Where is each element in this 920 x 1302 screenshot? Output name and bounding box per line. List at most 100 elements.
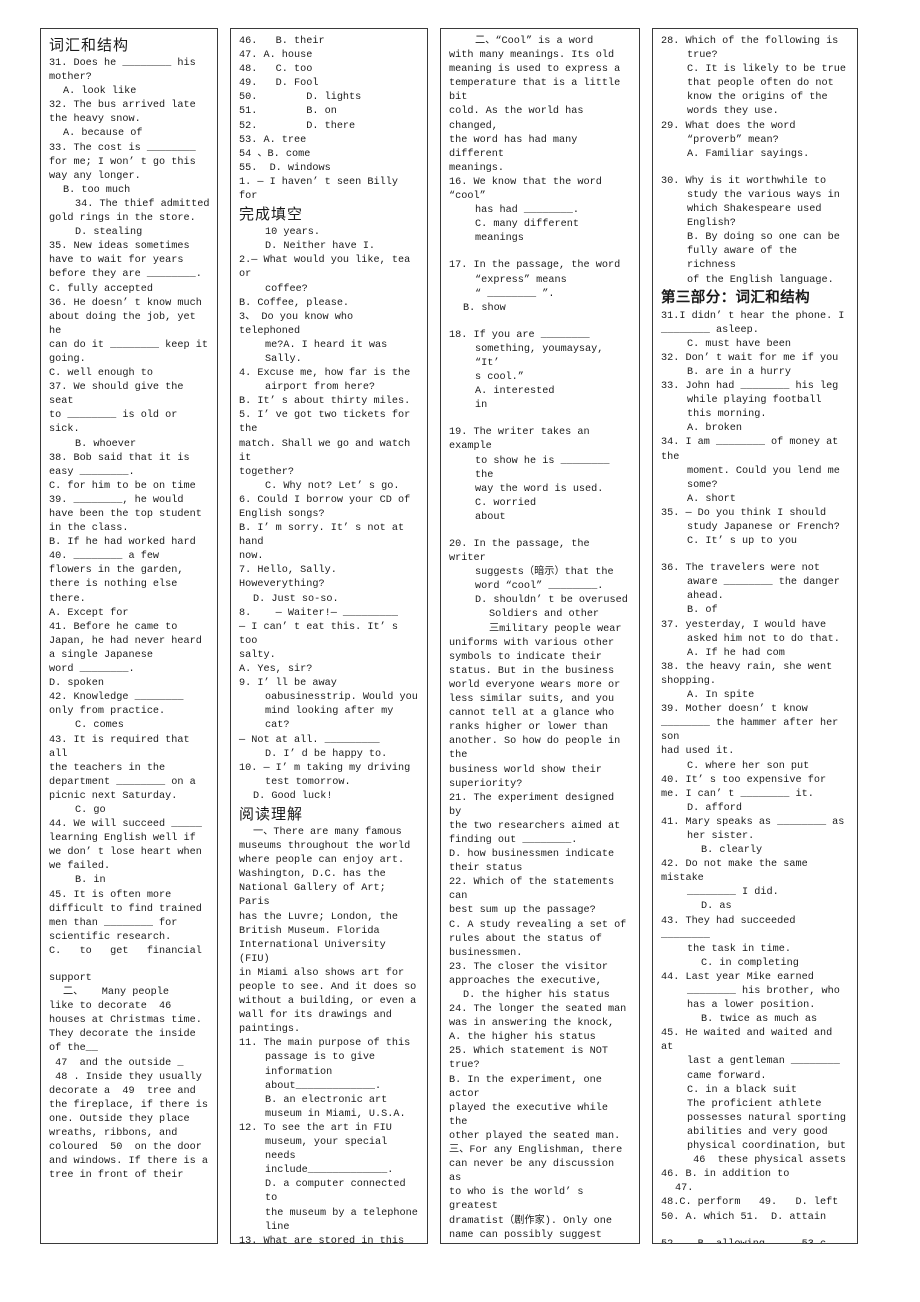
text-line: cannot tell at a glance who	[449, 708, 615, 720]
text-line: salty.	[239, 649, 276, 661]
text-line: 11. The main purpose of this	[239, 1038, 411, 1050]
text-line: some?	[687, 479, 718, 491]
text-line: 47 and the outside _	[49, 1057, 184, 1069]
text-line: wall for its drawings and	[239, 1010, 392, 1022]
column-2-answers-body: 46. B. their 47. A. house 48. C. too 49. D.…	[239, 35, 420, 1244]
text-line: and windows. If there is a	[49, 1156, 208, 1168]
text-line: word ________.	[49, 664, 135, 676]
text-line: 38. the heavy rain, she went	[661, 661, 833, 673]
section-heading-cloze: 完成填空	[239, 205, 304, 224]
text-line: 4. Excuse me, how far is the	[239, 368, 411, 380]
text-line: ________ I did.	[687, 887, 779, 899]
text-line: A. broken	[687, 423, 743, 435]
text-line: came forward.	[687, 1070, 767, 1082]
text-line: D. shouldn’ t be overused	[475, 595, 628, 607]
text-line: 34. I am ________ of money at the	[661, 437, 845, 463]
text-line: 48 . Inside they usually	[49, 1071, 202, 1083]
text-line: museum, your special needs	[265, 1137, 394, 1163]
text-line: people to see. And it does so	[239, 982, 417, 993]
text-line: 22. Which of the statements can	[449, 877, 621, 903]
text-line: International University (FIU)	[239, 939, 392, 965]
text-column-3: 二、“Cool” is a word with many meanings. It…	[440, 28, 640, 1244]
text-line: B. In the experiment, one actor	[449, 1074, 608, 1100]
text-line: together?	[239, 466, 295, 478]
text-line: include_____________.	[265, 1165, 394, 1177]
text-line: 41. Mary speaks as ________ as	[661, 816, 845, 828]
text-line: 45. He waited and waited and at	[661, 1028, 839, 1054]
text-line: 47.	[675, 1183, 694, 1195]
text-line: aware ________ the danger	[687, 577, 840, 589]
text-line: match. Shall we go and watch it	[239, 438, 417, 464]
text-line: 46. B. their	[239, 36, 325, 47]
text-line: 44. Last year Mike earned	[661, 971, 814, 983]
text-line: 50. A. which 51. D. attain	[661, 1211, 827, 1223]
text-line: rules about the status of	[449, 933, 602, 945]
text-line: we failed.	[49, 861, 111, 873]
text-line: ________ his brother, who	[687, 986, 840, 997]
text-line: s cool.”	[475, 372, 524, 384]
text-line: “ ________ ”.	[475, 288, 555, 300]
text-line: — Not at all. _________	[239, 734, 380, 746]
text-line: D. the higher his status	[463, 990, 610, 1001]
text-line: now.	[239, 551, 264, 563]
text-line: men than ________ for	[49, 917, 178, 929]
text-line: picnic next Saturday.	[49, 790, 178, 802]
text-line: business world show their	[449, 764, 602, 776]
text-line: 24. The longer the seated man	[449, 1004, 627, 1016]
text-line: coffee?	[265, 283, 308, 295]
text-line: National Gallery of Art; Paris	[239, 883, 392, 909]
text-line: best sum up the passage?	[449, 905, 596, 917]
text-line: to show he is ________ the	[475, 455, 616, 481]
text-line: less similar suits, and you	[449, 694, 615, 706]
text-line: with many meanings. Its old	[449, 50, 615, 62]
text-line: something, youmaysay, “It’	[475, 343, 610, 369]
text-line: a single Japanese	[49, 649, 153, 661]
text-line: physical coordination, but	[687, 1141, 846, 1153]
text-line: 10 years.	[265, 227, 321, 239]
text-line: have been the top student	[49, 509, 202, 520]
text-line: 43. They had succeeded ________	[661, 915, 802, 941]
text-line: C. go	[75, 804, 106, 816]
text-line: airport from here?	[265, 382, 376, 394]
text-line: A. In spite	[687, 690, 755, 702]
text-line: words they use.	[687, 106, 779, 118]
text-line: 35. — Do you think I should	[661, 507, 827, 519]
text-line: C. must have been	[687, 338, 791, 350]
text-line: word “cool” ________.	[475, 581, 604, 593]
text-line: 51. B. on	[239, 106, 337, 118]
text-line: can do it ________ keep it	[49, 339, 208, 351]
text-line: 三、For any Englishman, there	[449, 1145, 623, 1157]
text-line: have to wait for years	[49, 255, 184, 267]
text-line: 16. We know that the word “cool”	[449, 176, 608, 203]
text-line: 13. What are stored in this	[239, 1235, 405, 1244]
text-line: oabusinesstrip. Would you	[265, 692, 418, 704]
text-line: paintings.	[239, 1024, 301, 1036]
text-line: English songs?	[239, 509, 325, 520]
text-line: superiority?	[449, 778, 523, 790]
text-line: in the class.	[49, 523, 129, 535]
text-line: had used it.	[661, 746, 735, 758]
text-line: ranks higher or lower than	[449, 722, 608, 734]
text-line: B. I’ m sorry. It’ s not at hand	[239, 523, 411, 549]
text-line: 43. It is required that all	[49, 734, 196, 760]
text-line: 5. I’ ve got two tickets for the	[239, 410, 417, 436]
text-line: that people often do not	[687, 78, 834, 90]
text-line: C. It’ s up to you	[687, 536, 798, 548]
text-line: 一、There are many famous	[253, 826, 402, 838]
text-line: about_____________.	[265, 1080, 382, 1092]
text-line: A. short	[687, 493, 736, 505]
text-line: the task in time.	[687, 943, 791, 955]
text-line: going.	[49, 353, 86, 365]
text-line: the fireplace, if there is	[49, 1099, 208, 1111]
text-line: world everyone wears more or	[449, 679, 621, 691]
text-line: flowers in the garden,	[49, 565, 184, 577]
text-line: sick.	[49, 424, 80, 436]
text-line: easy ________.	[49, 466, 135, 478]
text-line: of the English language.	[687, 274, 834, 286]
text-line: 47. A. house	[239, 50, 313, 62]
column-1-body: 31. Does he ________ his mother? A. look l…	[49, 57, 210, 1183]
text-line: 40. ________ a few	[49, 551, 160, 563]
text-line: D. as	[701, 901, 732, 913]
text-line: 12. To see the art in FIU	[239, 1122, 392, 1134]
text-line: 32. Don’ t wait for me if you	[661, 352, 839, 364]
